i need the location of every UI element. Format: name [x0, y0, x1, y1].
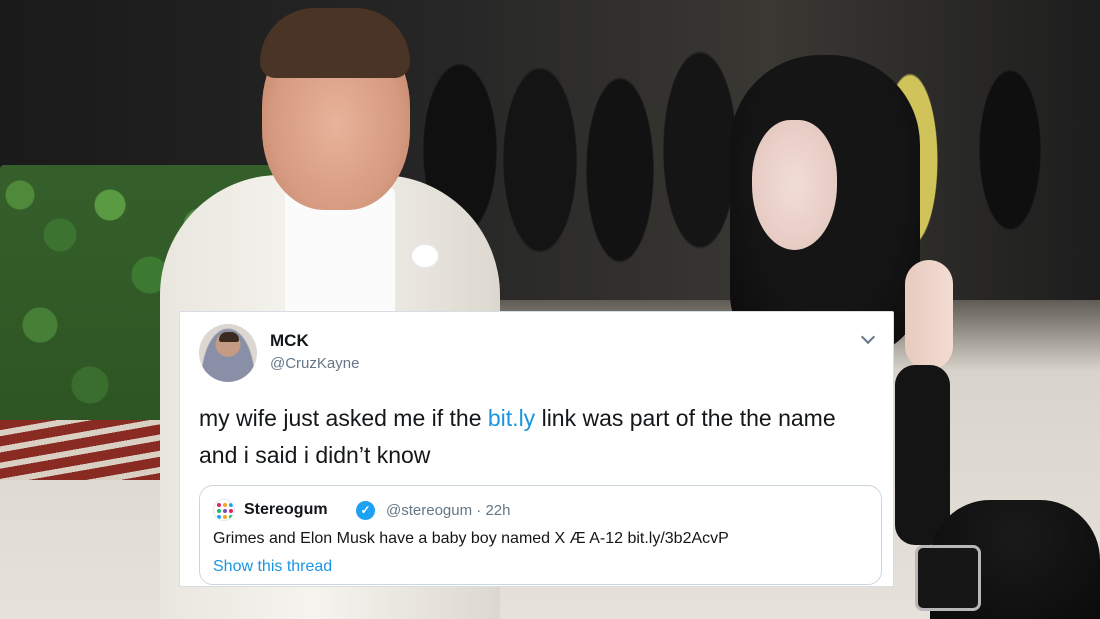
- user-display-name[interactable]: MCK: [270, 331, 309, 351]
- quoted-time[interactable]: 22h: [485, 502, 510, 519]
- avatar-hair: [219, 332, 239, 342]
- meta-separator: ·: [476, 502, 482, 519]
- red-carpet-pattern: [0, 420, 170, 480]
- quoted-meta: @stereogum · 22h: [386, 502, 510, 519]
- tweet-text-start: my wife just asked me if the: [199, 405, 488, 431]
- woman-face: [752, 120, 837, 250]
- woman-arm: [905, 260, 953, 370]
- black-glove: [895, 365, 950, 545]
- user-avatar[interactable]: [199, 324, 257, 382]
- man-hair: [260, 8, 410, 78]
- verified-badge-icon: ✓: [356, 501, 375, 520]
- quoted-tweet[interactable]: Stereogum ✓ @stereogum · 22h Grimes and …: [199, 485, 882, 585]
- small-handbag: [915, 545, 981, 611]
- tweet-text: my wife just asked me if the bit.ly link…: [199, 400, 879, 474]
- user-handle[interactable]: @CruzKayne: [270, 355, 359, 372]
- chevron-down-icon[interactable]: [860, 329, 876, 345]
- tweet-link[interactable]: bit.ly: [488, 405, 535, 431]
- tweet-card: MCK @CruzKayne my wife just asked me if …: [179, 311, 894, 587]
- quoted-handle[interactable]: @stereogum: [386, 502, 472, 519]
- boutonniere-flower: [412, 245, 438, 267]
- stereogum-logo-icon: [213, 499, 235, 521]
- quoted-display-name[interactable]: Stereogum: [244, 501, 328, 519]
- show-thread-link[interactable]: Show this thread: [213, 558, 332, 576]
- quoted-text: Grimes and Elon Musk have a baby boy nam…: [213, 530, 729, 547]
